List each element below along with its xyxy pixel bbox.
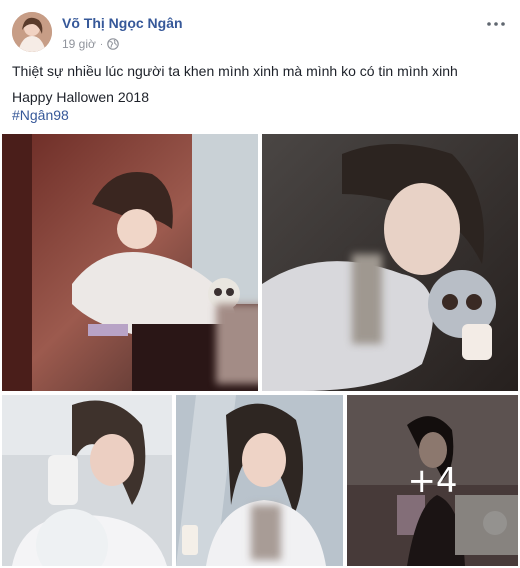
photo-1-image (2, 134, 258, 391)
photo-3-image (2, 395, 172, 566)
author-name[interactable]: Võ Thị Ngọc Ngân (62, 15, 183, 31)
avatar-image (12, 12, 52, 52)
more-options-icon[interactable] (484, 16, 508, 32)
photo-4[interactable] (176, 395, 343, 566)
globe-icon[interactable] (107, 38, 120, 50)
author-avatar[interactable] (12, 12, 52, 52)
post-text-line-2: Happy Hallowen 2018 (12, 89, 149, 105)
photo-2-image (262, 134, 518, 391)
photo-4-image (176, 395, 343, 566)
meta-separator: · (99, 38, 104, 50)
post-text-line-1: Thiệt sự nhiều lúc người ta khen mình xi… (12, 63, 458, 79)
photo-2[interactable] (262, 134, 518, 391)
post-meta: 19 giờ · (62, 37, 120, 51)
post-time[interactable]: 19 giờ (62, 37, 96, 51)
more-photos-overlay[interactable]: +4 (347, 395, 518, 566)
photo-5[interactable]: +4 (347, 395, 518, 566)
hashtag-link[interactable]: #Ngân98 (12, 106, 69, 124)
photo-3[interactable] (2, 395, 172, 566)
post-header: Võ Thị Ngọc Ngân 19 giờ · (12, 10, 508, 54)
photo-1[interactable] (2, 134, 258, 391)
facebook-post: Võ Thị Ngọc Ngân 19 giờ · Thiệt sự nhiều… (0, 0, 520, 568)
